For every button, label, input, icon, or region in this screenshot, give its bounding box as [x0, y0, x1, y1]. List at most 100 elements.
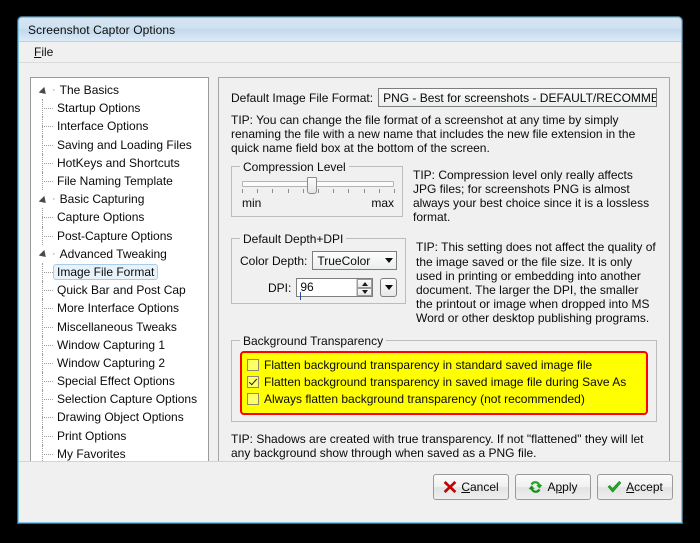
tree-item-label: Capture Options [57, 210, 145, 225]
tree-item-image-file-format[interactable]: Image File Format [31, 262, 208, 282]
tree-dot: · [52, 247, 56, 260]
tree-item-capture-options[interactable]: Capture Options [31, 208, 208, 227]
dpi-row: DPI: 96 [240, 278, 397, 301]
default-format-combobox[interactable]: PNG - Best for screenshots - DEFAULT/REC… [378, 88, 657, 107]
tree-item-label: Saving and Loading Files [57, 137, 192, 152]
tree-item-label: Window Capturing 2 [57, 355, 166, 370]
compression-group-title: Compression Level [240, 159, 349, 174]
expand-arrow-icon[interactable] [40, 86, 49, 95]
tree-connector-tick [42, 271, 53, 273]
dpi-spinner[interactable]: 96 [296, 278, 374, 301]
transparency-tip-text: TIP: Shadows are created with true trans… [231, 431, 644, 460]
tree-item-label: Startup Options [57, 101, 141, 116]
tree-item-label: My Favorites [57, 446, 126, 461]
expand-arrow-icon[interactable] [40, 249, 49, 258]
cancel-button[interactable]: Cancel [433, 474, 509, 500]
slider-tick [318, 188, 319, 193]
tree-item-label: Quick Bar and Post Cap [57, 283, 186, 298]
slider-tick [287, 188, 289, 193]
tree-item-label: File Naming Template [57, 174, 173, 189]
tree-item-the-basics[interactable]: · The Basics [31, 81, 208, 99]
tree-item-saving-and-loading-files[interactable]: Saving and Loading Files [31, 135, 208, 154]
apply-button[interactable]: Apply [515, 474, 591, 500]
slider-tick [363, 188, 365, 193]
tree-item-more-interface-options[interactable]: More Interface Options [31, 299, 208, 318]
tree-item-file-naming-template[interactable]: File Naming Template [31, 171, 208, 191]
tree-item-label: Image File Format [53, 263, 159, 280]
tree-connector-tick [42, 399, 53, 401]
tree-item-label: Print Options [57, 428, 127, 443]
tree-item-quick-bar-and-post-cap[interactable]: Quick Bar and Post Cap [31, 281, 208, 300]
tree-connector-tick [42, 381, 53, 383]
compression-minmax: min max [242, 196, 394, 210]
red-x-icon [443, 480, 457, 494]
options-tree[interactable]: · The Basics Startup Options Interface Opti… [30, 77, 209, 502]
tree-item-window-capturing-1[interactable]: Window Capturing 1 [31, 335, 208, 354]
checkbox-checked-icon[interactable] [247, 376, 259, 389]
slider-tick [348, 188, 350, 193]
tree-item-post-capture-options[interactable]: Post-Capture Options [31, 226, 208, 245]
tree-item-label: Miscellaneous Tweaks [57, 319, 177, 334]
tree-connector-tick [42, 326, 53, 328]
transparency-checkbox-row[interactable]: Flatten background transparency in saved… [247, 374, 641, 391]
tree-connector-tick [42, 308, 53, 310]
tree-item-label: Basic Capturing [59, 192, 145, 207]
dpi-value[interactable]: 96 [297, 279, 356, 301]
accept-button[interactable]: Accept [597, 474, 673, 500]
transparency-checkbox-label: Flatten background transparency in stand… [264, 358, 593, 373]
tree-item-selection-capture-options[interactable]: Selection Capture Options [31, 390, 208, 409]
compression-slider-ticks [242, 188, 395, 195]
dpi-dropdown-button[interactable] [380, 278, 397, 298]
depth-dpi-groupbox: Default Depth+DPI Color Depth: TrueColor… [231, 232, 406, 305]
transparency-checkbox-row[interactable]: Always flatten background transparency (… [247, 391, 641, 408]
depth-dpi-section: Default Depth+DPI Color Depth: TrueColor… [231, 232, 657, 326]
tree-item-hotkeys-and-shortcuts[interactable]: HotKeys and Shortcuts [31, 153, 208, 172]
compression-slider-track[interactable] [242, 176, 394, 194]
background-transparency-group-title: Background Transparency [240, 333, 387, 348]
slider-tick [272, 188, 274, 193]
tree-item-window-capturing-2[interactable]: Window Capturing 2 [31, 353, 208, 372]
format-tip-text: TIP: You can change the file format of a… [231, 113, 636, 156]
color-depth-combobox[interactable]: TrueColor [312, 251, 397, 271]
tree-item-label: Advanced Tweaking [59, 246, 167, 261]
apply-button-label: Apply [547, 480, 578, 494]
tree-item-drawing-object-options[interactable]: Drawing Object Options [31, 408, 208, 427]
spin-down-icon[interactable] [357, 287, 373, 297]
tree-item-label: More Interface Options [57, 301, 180, 316]
tree-connector-tick [42, 344, 53, 346]
tree-item-advanced-tweaking[interactable]: · Advanced Tweaking [31, 245, 208, 263]
compression-slider[interactable]: min max [242, 176, 395, 210]
slider-tick [242, 188, 243, 193]
compression-section: Compression Level min max TIP: Compressi… [231, 159, 657, 225]
dpi-spin-buttons[interactable] [356, 279, 373, 297]
tree-item-label: Selection Capture Options [57, 392, 198, 407]
chevron-down-icon [385, 258, 393, 264]
checkbox-unchecked-icon[interactable] [247, 359, 259, 372]
green-check-icon [607, 480, 622, 493]
dialog-body: · The Basics Startup Options Interface Opti… [19, 64, 681, 522]
color-depth-label: Color Depth: [240, 253, 308, 268]
cancel-button-label: Cancel [461, 480, 499, 494]
transparency-checkbox-row[interactable]: Flatten background transparency in stand… [247, 357, 641, 374]
menu-item-file[interactable]: File [29, 43, 58, 61]
compression-max-label: max [371, 195, 394, 210]
tree-item-interface-options[interactable]: Interface Options [31, 117, 208, 136]
expand-arrow-icon[interactable] [40, 195, 49, 204]
tree-connector-tick [42, 235, 53, 237]
tree-item-special-effect-options[interactable]: Special Effect Options [31, 372, 208, 391]
color-depth-row: Color Depth: TrueColor [240, 251, 397, 271]
tree-item-label: Post-Capture Options [57, 228, 173, 243]
tree-item-miscellaneous-tweaks[interactable]: Miscellaneous Tweaks [31, 317, 208, 336]
options-window: Screenshot Captor Options File · The Basi… [18, 17, 682, 523]
tree-item-startup-options[interactable]: Startup Options [31, 99, 208, 118]
slider-tick [378, 188, 380, 193]
tree-item-print-options[interactable]: Print Options [31, 426, 208, 445]
tree-connector-tick [42, 162, 53, 164]
checkbox-unchecked-icon[interactable] [247, 393, 259, 406]
tree-dot: · [52, 193, 56, 206]
depth-dpi-tip-text: TIP: This setting does not affect the qu… [416, 240, 656, 326]
slider-tick [302, 188, 304, 193]
tree-item-label: Window Capturing 1 [57, 337, 166, 352]
tree-item-basic-capturing[interactable]: · Basic Capturing [31, 190, 208, 208]
spin-up-icon[interactable] [357, 279, 373, 288]
